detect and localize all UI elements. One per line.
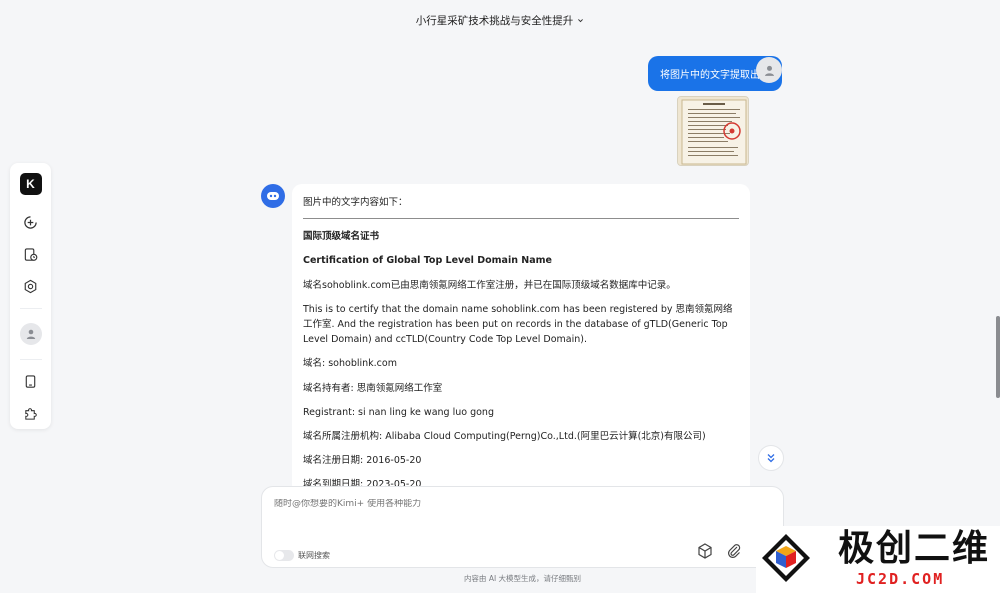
cube-icon[interactable]: [696, 542, 714, 560]
bot-icon: [267, 192, 279, 200]
kimi-plus-icon: [24, 279, 37, 293]
answer-registrar: 域名所属注册机构: Alibaba Cloud Computing(Perng)…: [303, 430, 706, 442]
sidebar-divider: [19, 307, 42, 309]
sidebar-divider: [19, 358, 42, 360]
answer-divider: [303, 218, 739, 220]
paperclip-icon[interactable]: [725, 542, 743, 560]
watermark-url: JC2D.COM: [856, 570, 945, 588]
answer-domain: 域名: sohoblink.com: [303, 358, 397, 370]
user-icon: [764, 65, 774, 76]
uploaded-image-thumbnail[interactable]: [677, 96, 749, 166]
watermark-title: 极创二维: [838, 528, 991, 569]
jc2d-logo: [762, 534, 810, 582]
answer-heading-cn: 国际顶级域名证书: [303, 231, 380, 243]
conversation-title[interactable]: 小行星采矿技术挑战与安全性提升: [416, 13, 585, 28]
double-chevron-down-icon: [767, 454, 775, 463]
new-chat-icon: [24, 216, 37, 229]
history-button[interactable]: [17, 240, 45, 268]
user-icon: [26, 329, 35, 339]
web-search-label: 联网搜索: [298, 551, 330, 560]
chat-input[interactable]: [274, 499, 694, 509]
answer-heading-en: Certification of Global Top Level Domain…: [303, 255, 552, 267]
app-download-button[interactable]: [17, 368, 45, 396]
kimi-logo-icon[interactable]: K: [19, 173, 42, 195]
answer-paragraph-1: 域名sohoblink.com已由思南领氪网络工作室注册，并已在国际顶级域名数据…: [303, 279, 676, 291]
history-icon: [24, 248, 38, 261]
plugin-icon: [25, 407, 37, 420]
assistant-message: 图片中的文字内容如下： 国际顶级域名证书 Certification of Gl…: [292, 184, 750, 494]
bot-avatar: [261, 184, 285, 208]
ai-disclaimer: 内容由 AI 大模型生成，请仔细甄别: [463, 574, 582, 583]
answer-registrant: Registrant: si nan ling ke wang luo gong: [303, 406, 494, 418]
web-search-toggle[interactable]: [274, 550, 294, 561]
answer-paragraph-2: This is to certify that the domain name …: [303, 303, 733, 346]
scroll-to-bottom-button[interactable]: [758, 445, 784, 471]
plugin-button[interactable]: [17, 399, 45, 427]
conversation-title-text: 小行星采矿技术挑战与安全性提升: [415, 14, 574, 27]
answer-holder: 域名持有者: 思南领氪网络工作室: [303, 382, 443, 394]
answer-registration-date: 域名注册日期: 2016-05-20: [303, 455, 422, 467]
sidebar: K: [10, 163, 51, 429]
new-chat-button[interactable]: [17, 209, 45, 237]
page-scrollbar[interactable]: [996, 316, 1000, 398]
answer-intro: 图片中的文字内容如下：: [303, 197, 408, 208]
user-avatar: [756, 57, 782, 83]
watermark: 极创二维 JC2D.COM: [756, 526, 1000, 593]
certificate-image: [678, 97, 748, 165]
kimi-plus-button[interactable]: [17, 272, 45, 300]
chevron-down-icon: [578, 18, 584, 22]
composer: 联网搜索: [261, 486, 784, 568]
topbar: 小行星采矿技术挑战与安全性提升: [0, 0, 1000, 40]
user-avatar-sidebar[interactable]: [19, 322, 42, 345]
tablet-icon: [25, 375, 36, 388]
